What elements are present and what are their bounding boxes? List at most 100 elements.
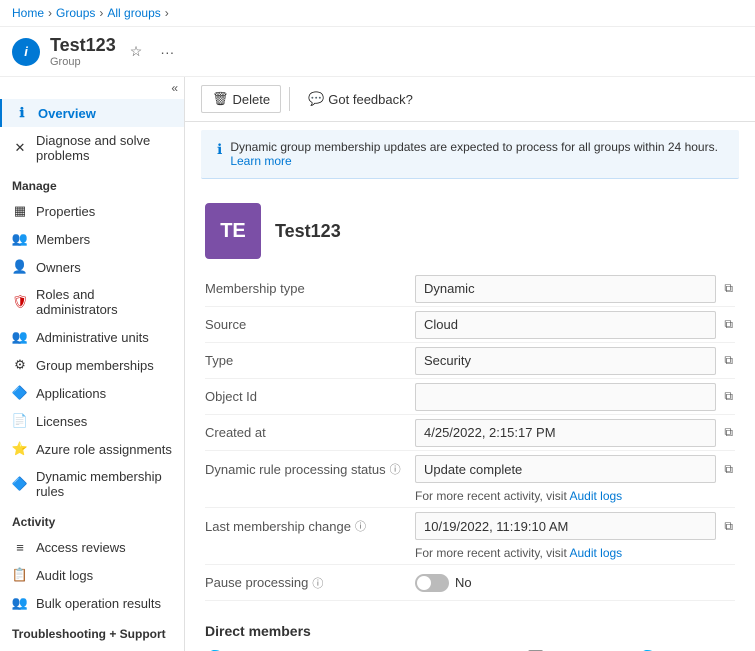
- sidebar-item-label: Azure role assignments: [36, 442, 172, 457]
- toolbar-divider: [289, 87, 290, 111]
- sidebar-item-label: Administrative units: [36, 330, 149, 345]
- prop-label-type: Type: [205, 347, 415, 374]
- group-name: Test123: [275, 221, 341, 242]
- sidebar-item-group-memberships[interactable]: ⚙ Group memberships: [0, 351, 184, 379]
- sidebar-item-label: Group memberships: [36, 358, 154, 373]
- info-banner-icon: ℹ: [217, 141, 222, 158]
- sidebar-item-members[interactable]: 👥 Members: [0, 225, 184, 253]
- prop-row-source: Source Cloud ⧉: [205, 307, 735, 343]
- feedback-button[interactable]: 💬 Got feedback?: [298, 86, 423, 112]
- prop-label-membership-type: Membership type: [205, 275, 415, 302]
- more-button[interactable]: ···: [156, 42, 178, 62]
- applications-icon: 🔷: [12, 385, 28, 401]
- toggle-label: No: [455, 575, 472, 590]
- prop-value-wrap-last-membership: 10/19/2022, 11:19:10 AM ⧉: [415, 512, 735, 540]
- sidebar-item-label: Access reviews: [36, 540, 126, 555]
- bulk-ops-icon: 👥: [12, 595, 28, 611]
- info-banner: ℹ Dynamic group membership updates are e…: [201, 130, 739, 179]
- prop-value-last-membership: 10/19/2022, 11:19:10 AM: [415, 512, 716, 540]
- collapse-icon[interactable]: «: [171, 81, 178, 95]
- last-membership-info-icon: ⓘ: [355, 518, 366, 534]
- info-banner-text: Dynamic group membership updates are exp…: [230, 140, 723, 168]
- breadcrumb-all-groups[interactable]: All groups: [107, 6, 160, 20]
- sidebar-item-diagnose[interactable]: ✕ Diagnose and solve problems: [0, 127, 184, 169]
- sidebar-item-licenses[interactable]: 📄 Licenses: [0, 407, 184, 435]
- copy-type[interactable]: ⧉: [722, 351, 735, 370]
- sidebar-item-label: Roles and administrators: [36, 287, 172, 317]
- prop-label-source: Source: [205, 311, 415, 338]
- sidebar-item-label: Bulk operation results: [36, 596, 161, 611]
- feedback-icon: 💬: [308, 91, 324, 107]
- audit-logs-link-2[interactable]: Audit logs: [569, 546, 622, 560]
- prop-label-created-at: Created at: [205, 419, 415, 446]
- audit-logs-icon: 📋: [12, 567, 28, 583]
- prop-label-pause-processing: Pause processing ⓘ: [205, 569, 415, 597]
- page-header: i Test123 Group ☆ ···: [0, 27, 755, 77]
- overview-icon: ℹ: [14, 105, 30, 121]
- prop-row-membership-type: Membership type Dynamic ⧉: [205, 271, 735, 307]
- sidebar-item-azure-role[interactable]: ⭐ Azure role assignments: [0, 435, 184, 463]
- sidebar-item-dynamic-rules[interactable]: 🔷 Dynamic membership rules: [0, 463, 184, 505]
- toggle-knob: [417, 576, 431, 590]
- prop-row-pause-processing: Pause processing ⓘ No: [205, 565, 735, 601]
- prop-row-dynamic-status: Dynamic rule processing status ⓘ Update …: [205, 451, 735, 508]
- learn-more-link[interactable]: Learn more: [230, 154, 291, 168]
- copy-membership-type[interactable]: ⧉: [722, 279, 735, 298]
- copy-source[interactable]: ⧉: [722, 315, 735, 334]
- prop-value-source: Cloud: [415, 311, 716, 339]
- prop-row-type: Type Security ⧉: [205, 343, 735, 379]
- sidebar-item-properties[interactable]: ▦ Properties: [0, 197, 184, 225]
- sidebar-item-audit-logs[interactable]: 📋 Audit logs: [0, 561, 184, 589]
- sidebar-item-admin-units[interactable]: 👥 Administrative units: [0, 323, 184, 351]
- copy-created-at[interactable]: ⧉: [722, 423, 735, 442]
- sidebar-item-owners[interactable]: 👤 Owners: [0, 253, 184, 281]
- prop-value-created-at: 4/25/2022, 2:15:17 PM: [415, 419, 716, 447]
- pause-processing-info-icon: ⓘ: [312, 575, 323, 591]
- page-subtitle: Group: [50, 56, 116, 68]
- sidebar-item-label: Dynamic membership rules: [36, 469, 172, 499]
- sidebar-item-label: Applications: [36, 386, 106, 401]
- group-header: TE Test123: [185, 187, 755, 271]
- sidebar-item-label: Properties: [36, 204, 95, 219]
- sidebar-collapse[interactable]: «: [0, 77, 184, 99]
- sidebar-item-overview[interactable]: ℹ Overview: [0, 99, 184, 127]
- delete-button[interactable]: 🗑 Delete: [201, 85, 281, 113]
- properties-table: Membership type Dynamic ⧉ Source Cloud ⧉: [185, 271, 755, 613]
- sidebar-item-access-reviews[interactable]: ≡ Access reviews: [0, 533, 184, 561]
- azure-role-icon: ⭐: [12, 441, 28, 457]
- breadcrumb-groups[interactable]: Groups: [56, 6, 95, 20]
- app-container: Home › Groups › All groups › i Test123 G…: [0, 0, 755, 651]
- copy-last-membership[interactable]: ⧉: [722, 517, 735, 536]
- prop-label-object-id: Object Id: [205, 383, 415, 410]
- diagnose-icon: ✕: [12, 140, 28, 156]
- copy-object-id[interactable]: ⧉: [722, 387, 735, 406]
- prop-row-last-membership: Last membership change ⓘ 10/19/2022, 11:…: [205, 508, 735, 565]
- sidebar-item-new-support[interactable]: 👤 New support request: [0, 645, 184, 651]
- breadcrumb-home[interactable]: Home: [12, 6, 44, 20]
- admin-units-icon: 👥: [12, 329, 28, 345]
- main-content: 🗑 Delete 💬 Got feedback? ℹ Dynamic group…: [185, 77, 755, 651]
- breadcrumb: Home › Groups › All groups ›: [0, 0, 755, 27]
- dynamic-status-subtext: For more recent activity, visit Audit lo…: [205, 487, 622, 507]
- header-title-block: Test123 Group: [50, 35, 116, 68]
- sidebar-item-applications[interactable]: 🔷 Applications: [0, 379, 184, 407]
- owners-icon: 👤: [12, 259, 28, 275]
- audit-logs-link-1[interactable]: Audit logs: [569, 489, 622, 503]
- sidebar-item-bulk-ops[interactable]: 👥 Bulk operation results: [0, 589, 184, 617]
- prop-value-membership-type: Dynamic: [415, 275, 716, 303]
- prop-value-object-id: [415, 383, 716, 411]
- licenses-icon: 📄: [12, 413, 28, 429]
- prop-row-created-at: Created at 4/25/2022, 2:15:17 PM ⧉: [205, 415, 735, 451]
- last-membership-subtext: For more recent activity, visit Audit lo…: [205, 544, 622, 564]
- manage-section-label: Manage: [0, 169, 184, 197]
- copy-dynamic-status[interactable]: ⧉: [722, 460, 735, 479]
- pin-button[interactable]: ☆: [126, 41, 147, 62]
- access-reviews-icon: ≡: [12, 539, 28, 555]
- delete-icon: 🗑: [212, 91, 229, 107]
- sidebar-item-label: Audit logs: [36, 568, 93, 583]
- prop-value-wrap-object-id: ⧉: [415, 383, 735, 411]
- pause-toggle[interactable]: [415, 574, 449, 592]
- prop-value-wrap-dynamic-status: Update complete ⧉: [415, 455, 735, 483]
- sidebar-item-roles[interactable]: 🛡 Roles and administrators: [0, 281, 184, 323]
- sidebar-item-label: Members: [36, 232, 90, 247]
